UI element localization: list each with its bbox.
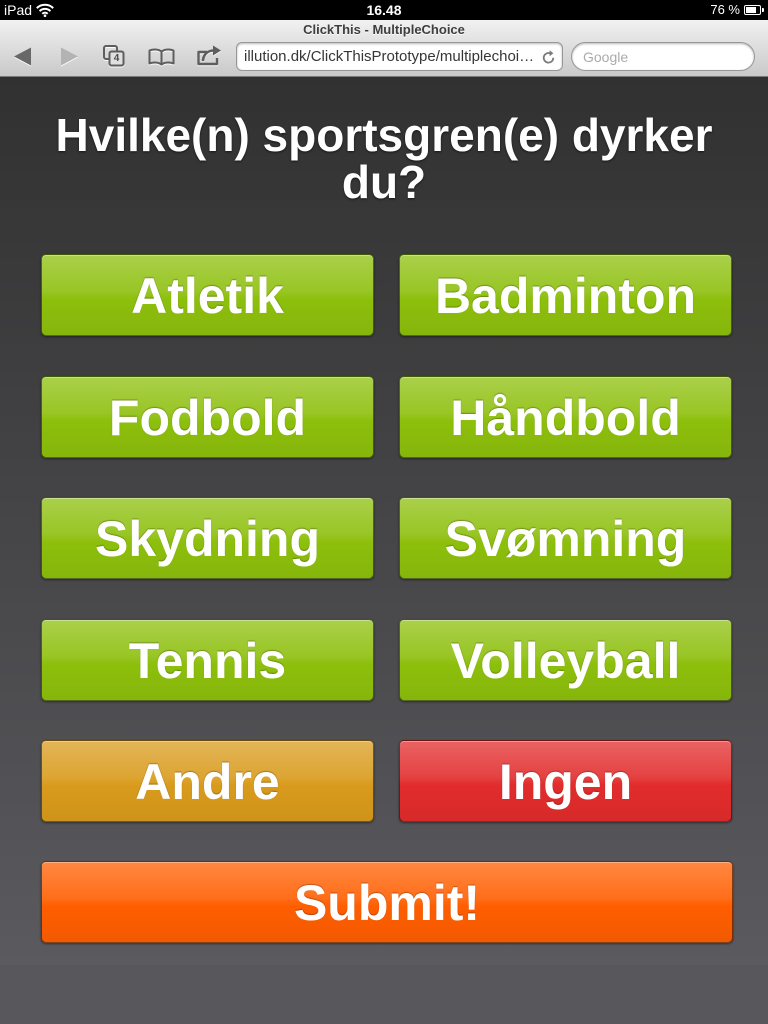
battery-fill — [746, 7, 756, 13]
option-button-volleyball[interactable]: Volleyball — [399, 618, 732, 701]
back-arrow-icon — [14, 47, 31, 66]
bookmarks-button[interactable] — [148, 48, 175, 66]
page-content: Hvilke(n) sportsgren(e) dyrker du? Atlet… — [0, 77, 768, 965]
bookmarks-icon — [148, 48, 175, 66]
page-title: ClickThis - MultipleChoice — [303, 22, 465, 37]
url-text: illution.dk/ClickThisPrototype/multiplec… — [244, 48, 535, 65]
battery-percentage: 76 % — [710, 2, 740, 17]
option-button-ingen[interactable]: Ingen — [399, 740, 732, 822]
reload-icon[interactable] — [542, 49, 556, 64]
forward-arrow-icon — [61, 47, 78, 66]
option-button-skydning[interactable]: Skydning — [41, 497, 374, 579]
share-icon — [197, 45, 221, 66]
option-button-andre[interactable]: Andre — [41, 740, 374, 822]
option-button-svomning[interactable]: Svømning — [399, 497, 732, 579]
tabs-button[interactable]: 4 — [103, 45, 125, 67]
status-bar: iPad 16.48 76 % — [0, 0, 768, 20]
option-button-atletik[interactable]: Atletik — [41, 254, 374, 336]
address-bar[interactable]: illution.dk/ClickThisPrototype/multiplec… — [236, 42, 563, 71]
battery-icon — [744, 5, 764, 15]
option-button-fodbold[interactable]: Fodbold — [41, 375, 374, 458]
back-button[interactable] — [14, 47, 32, 66]
answer-options: Atletik Badminton Fodbold Håndbold Skydn… — [41, 254, 732, 822]
option-button-handbold[interactable]: Håndbold — [399, 375, 732, 458]
share-button[interactable] — [196, 44, 222, 66]
clock: 16.48 — [366, 2, 402, 18]
option-button-badminton[interactable]: Badminton — [399, 254, 732, 336]
submit-button[interactable]: Submit! — [41, 861, 733, 943]
tab-count: 4 — [113, 53, 120, 64]
search-input[interactable] — [571, 42, 755, 71]
browser-toolbar: ClickThis - MultipleChoice 4 illution.dk… — [0, 20, 768, 77]
question-title: Hvilke(n) sportsgren(e) dyrker du? — [55, 109, 713, 208]
option-button-tennis[interactable]: Tennis — [41, 618, 374, 701]
forward-button[interactable] — [60, 47, 78, 66]
